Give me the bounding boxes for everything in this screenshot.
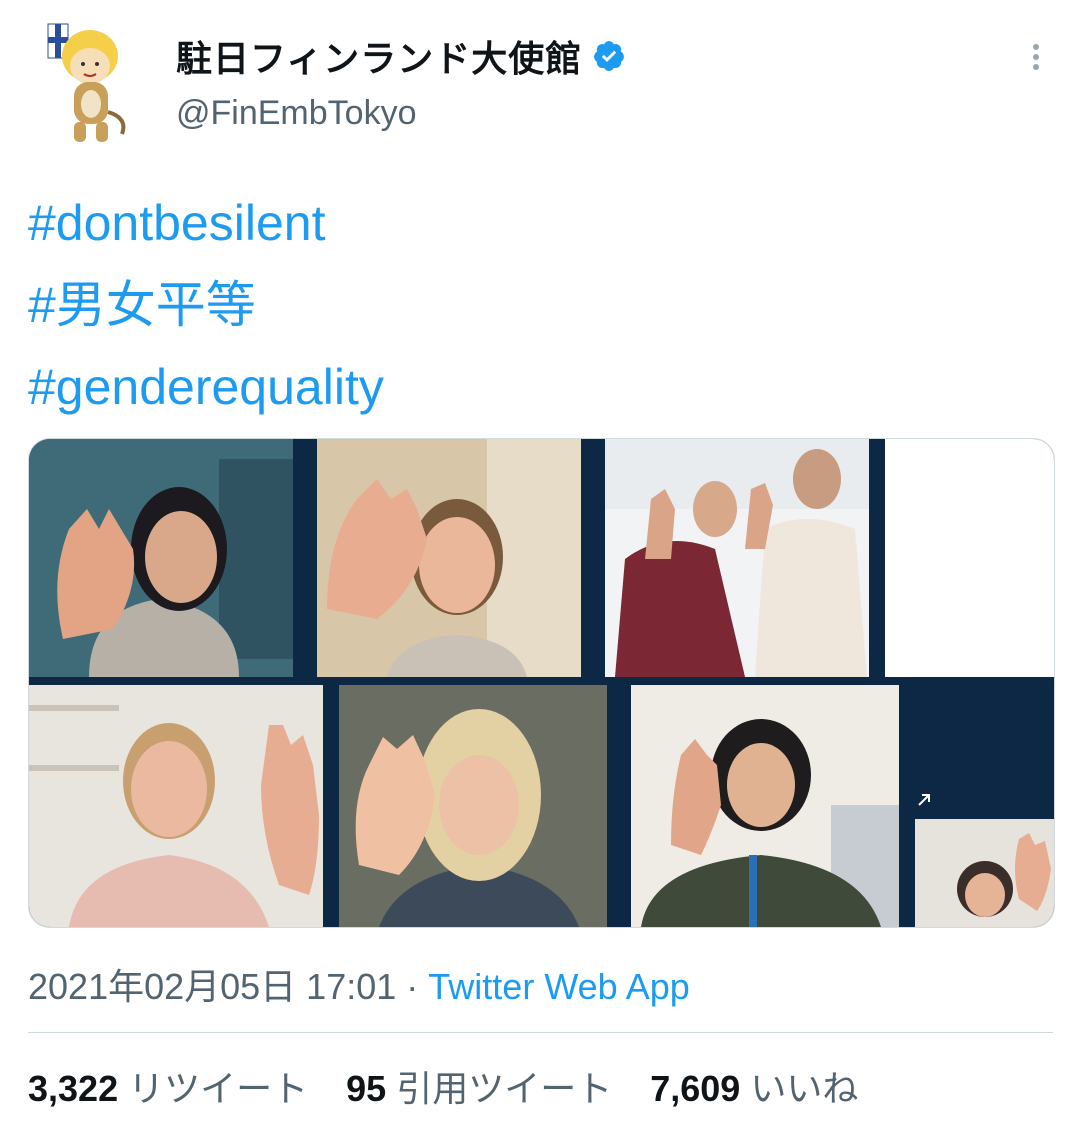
video-call-tile bbox=[605, 439, 869, 677]
retweets-stat[interactable]: 3,322 リツイート bbox=[28, 1068, 318, 1109]
video-call-tile bbox=[631, 685, 899, 927]
tweet-media-image[interactable] bbox=[28, 438, 1055, 928]
tweet-text: #dontbesilent #男女平等 #genderequality bbox=[28, 182, 384, 428]
tweet-stats: 3,322 リツイート 95 引用ツイート 7,609 いいね bbox=[28, 1060, 886, 1112]
meta-separator: · bbox=[406, 966, 419, 1007]
tweet-meta: 2021年02月05日 17:01 · Twitter Web App bbox=[28, 958, 690, 1010]
timestamp[interactable]: 2021年02月05日 17:01 bbox=[28, 966, 396, 1007]
display-name[interactable]: 駐日フィンランド大使館 bbox=[176, 30, 582, 82]
likes-stat[interactable]: 7,609 いいね bbox=[650, 1068, 858, 1109]
retweets-label: リツイート bbox=[128, 1068, 309, 1109]
source-app-link[interactable]: Twitter Web App bbox=[428, 966, 689, 1007]
likes-label: いいね bbox=[750, 1068, 859, 1109]
verified-badge-icon bbox=[594, 41, 625, 71]
avatar[interactable] bbox=[38, 22, 138, 146]
hashtag-link[interactable]: #男女平等 bbox=[28, 264, 384, 346]
hashtag-link[interactable]: #genderequality bbox=[28, 346, 384, 428]
video-call-tile bbox=[29, 685, 323, 927]
quotes-label: 引用ツイート bbox=[396, 1068, 613, 1109]
retweets-count: 3,322 bbox=[28, 1068, 119, 1109]
hashtag-link[interactable]: #dontbesilent bbox=[28, 182, 384, 264]
account-handle[interactable]: @FinEmbTokyo bbox=[176, 94, 416, 133]
quotes-stat[interactable]: 95 引用ツイート bbox=[346, 1068, 622, 1109]
quotes-count: 95 bbox=[346, 1068, 387, 1109]
empty-tile bbox=[885, 439, 1054, 677]
more-options-icon[interactable] bbox=[1024, 40, 1048, 80]
likes-count: 7,609 bbox=[650, 1068, 741, 1109]
divider bbox=[28, 1032, 1053, 1033]
video-call-tile bbox=[29, 439, 293, 677]
video-call-tile bbox=[915, 819, 1054, 927]
expand-arrow-icon[interactable] bbox=[915, 791, 933, 809]
video-call-tile bbox=[339, 685, 607, 927]
video-call-tile bbox=[317, 439, 581, 677]
account-header: 駐日フィンランド大使館 bbox=[176, 30, 626, 82]
